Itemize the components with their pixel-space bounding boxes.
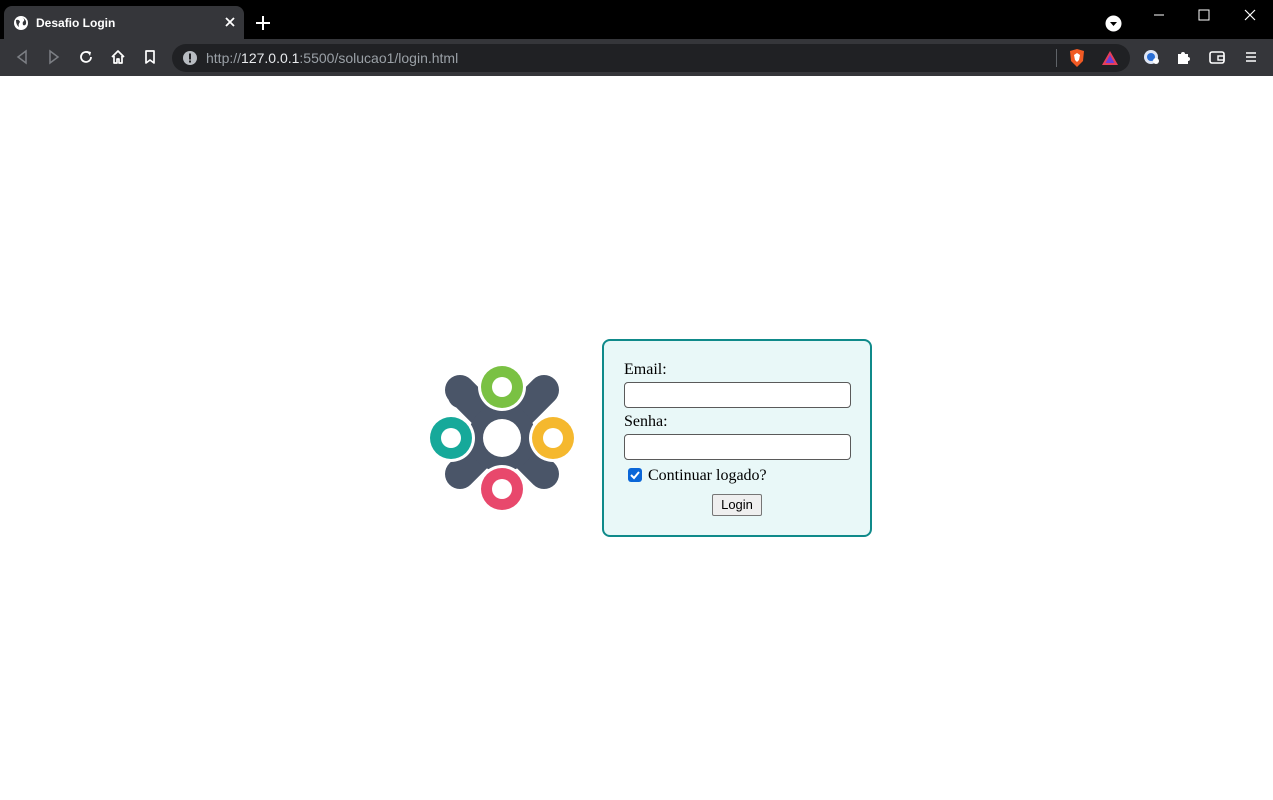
forward-arrow-icon[interactable] <box>45 48 63 66</box>
wallet-icon[interactable] <box>1208 48 1226 66</box>
address-bar[interactable]: http://127.0.0.1:5500/solucao1/login.htm… <box>172 44 1130 72</box>
omnibox-divider <box>1056 49 1057 67</box>
minimize-icon[interactable] <box>1136 0 1182 30</box>
plus-icon[interactable] <box>254 14 272 32</box>
brave-shield-icon[interactable] <box>1068 48 1086 68</box>
browser-toolbar: http://127.0.0.1:5500/solucao1/login.htm… <box>0 39 1273 76</box>
login-button[interactable]: Login <box>712 494 762 516</box>
remember-label: Continuar logado? <box>648 467 767 484</box>
tab-title: Desafio Login <box>36 16 116 30</box>
password-field[interactable] <box>624 434 851 460</box>
url-path: :5500/solucao1/login.html <box>299 50 459 66</box>
email-label: Email: <box>624 361 667 378</box>
url-host: 127.0.0.1 <box>241 50 300 66</box>
login-form: Email: Senha: Continuar logado? Login <box>602 339 872 537</box>
home-icon[interactable] <box>109 48 127 66</box>
remember-checkbox[interactable] <box>628 468 642 482</box>
bookmark-icon[interactable] <box>141 48 159 66</box>
globe-icon <box>14 16 28 30</box>
info-icon[interactable] <box>182 50 198 66</box>
window-close-icon[interactable] <box>1227 0 1273 30</box>
browser-tab[interactable]: Desafio Login <box>4 6 244 39</box>
tab-strip: Desafio Login <box>0 0 1273 39</box>
url-text: http://127.0.0.1:5500/solucao1/login.htm… <box>206 50 458 66</box>
close-icon[interactable] <box>222 14 238 30</box>
hamburger-menu-icon[interactable] <box>1242 48 1260 66</box>
maximize-icon[interactable] <box>1181 0 1227 30</box>
brave-rewards-icon[interactable] <box>1101 49 1119 67</box>
tab-search-icon[interactable] <box>1105 15 1122 32</box>
password-label: Senha: <box>624 413 668 430</box>
reload-icon[interactable] <box>77 48 95 66</box>
url-scheme: http:// <box>206 50 242 66</box>
email-field[interactable] <box>624 382 851 408</box>
back-arrow-icon[interactable] <box>13 48 31 66</box>
extension-icon[interactable] <box>1143 48 1161 66</box>
checkmark-icon <box>630 471 640 480</box>
puzzle-icon[interactable] <box>1175 48 1193 66</box>
logo <box>428 364 576 512</box>
